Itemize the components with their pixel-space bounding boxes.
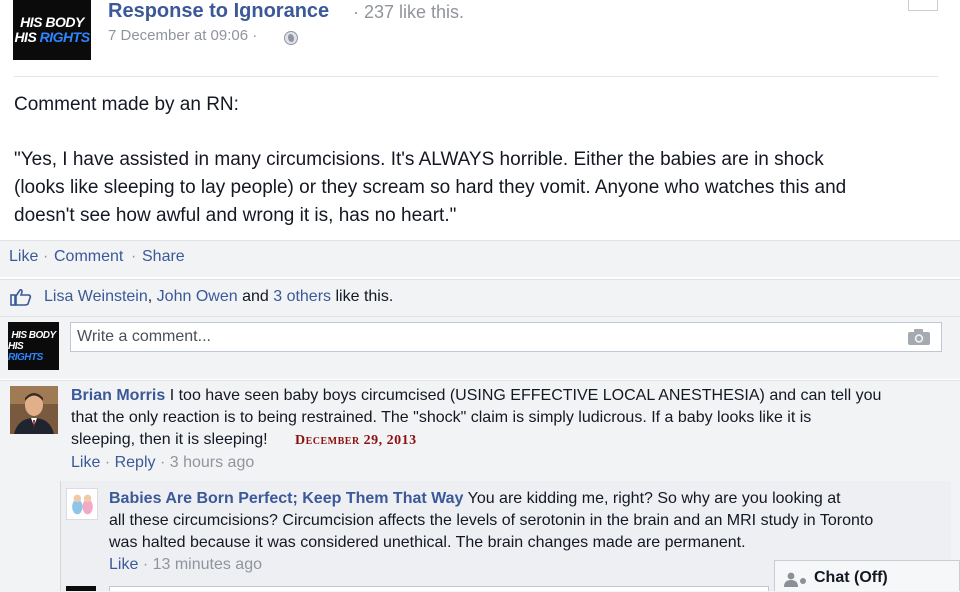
comment-like-link[interactable]: Like [71,454,100,471]
date-stamp-annotation: December 29, 2013 [295,433,417,448]
logo-line-2: HIS RIGHTS [14,29,90,45]
comment-line-1: Brian Morris I too have seen baby boys c… [71,385,881,407]
post-body-line-2: "Yes, I have assisted in many circumcisi… [14,149,824,170]
header-divider [14,76,938,77]
logo-his: HIS [14,29,37,45]
reply-time[interactable]: 13 minutes ago [153,556,262,573]
comment-line-3: sleeping, then it is sleeping! [71,431,268,448]
separator: · [131,248,137,265]
liker-link[interactable]: Lisa Weinstein [44,288,148,305]
chat-label[interactable]: Chat (Off) [814,569,888,587]
like-button[interactable]: Like [9,248,38,266]
separator: · [142,556,149,573]
camera-icon[interactable] [907,328,931,346]
page-name-link[interactable]: Response to Ignorance [108,0,329,23]
post-body-line-1: Comment made by an RN: [14,94,239,115]
likes-suffix: like this. [335,288,394,305]
reply-author-link[interactable]: Babies Are Born Perfect; Keep Them That … [109,490,463,507]
share-button[interactable]: Share [142,248,185,266]
logo-rights: RIGHTS [8,351,43,363]
others-link[interactable]: 3 others [273,288,331,305]
reply-meta: Like · 13 minutes ago [109,556,262,574]
comment-text: I too have seen baby boys circumcised (U… [169,387,882,404]
comment-input[interactable] [70,322,942,352]
comment-time[interactable]: 3 hours ago [170,454,255,471]
post-body-line-3: (looks like sleeping to lay people) or t… [14,177,847,198]
thumbs-up-icon [10,288,32,306]
chevron-down-icon[interactable] [908,0,938,11]
logo-line-1: HIS BODY [20,14,84,30]
post-body-line-4: doesn't see how awful and wrong it is, h… [14,205,457,226]
reply-text: You are kidding me, right? So why are yo… [467,490,841,507]
logo-line-1: HIS BODY [11,329,56,341]
liker-link[interactable]: John Owen [157,288,238,305]
likes-summary: Lisa Weinstein, John Owen and 3 others l… [44,288,393,306]
reply-line-3: was halted because it was considered une… [109,534,746,551]
post-timestamp[interactable]: 7 December at 09:06 · [108,27,257,44]
separator: · [159,454,166,471]
separator: · [104,454,111,471]
chat-people-icon [784,572,806,587]
logo-his: HIS [8,340,24,352]
comment-button[interactable]: Comment [54,248,123,266]
reply-line-2: all these circumcisions? Circumcision af… [109,512,874,529]
comment-author-link[interactable]: Brian Morris [71,387,165,404]
page-like-count: · 237 like this. [353,2,465,22]
page-avatar-logo[interactable]: HIS BODY HIS RIGHTS [13,0,91,60]
reply-line-1: Babies Are Born Perfect; Keep Them That … [109,488,841,510]
composer-avatar: HIS BODY HIS RIGHTS [8,322,59,370]
logo-line-2: HIS RIGHTS [8,341,59,363]
composer-avatar-partial [66,586,96,591]
logo-rights: RIGHTS [39,29,90,45]
avatar[interactable] [10,386,58,434]
reply-like-link[interactable]: Like [109,556,138,573]
comment-line-2: that the only reaction is to being restr… [71,409,812,426]
comment-meta: Like · Reply · 3 hours ago [71,454,254,472]
and-text: and [242,288,269,305]
comma: , [147,288,153,305]
globe-icon [284,31,298,45]
separator: · [43,248,49,265]
avatar[interactable] [66,488,98,520]
reply-input-partial[interactable] [109,586,769,591]
comment-reply-link[interactable]: Reply [115,454,156,471]
